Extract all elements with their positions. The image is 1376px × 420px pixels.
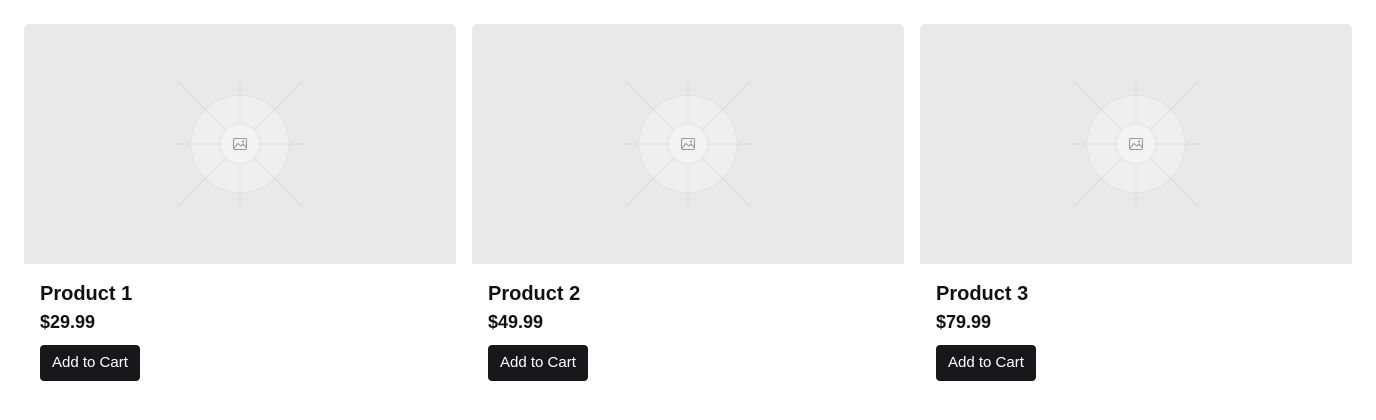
product-image <box>920 24 1352 264</box>
add-to-cart-button[interactable]: Add to Cart <box>936 345 1036 381</box>
product-price: $49.99 <box>488 312 544 332</box>
product-card: Product 3 $79.99 Add to Cart <box>920 24 1352 381</box>
product-title: Product 3 <box>936 283 1029 305</box>
product-title: Product 1 <box>40 283 133 305</box>
product-image <box>24 24 456 264</box>
product-grid: Product 1 $29.99 Add to Cart Product 2 $… <box>24 24 1352 381</box>
image-placeholder-icon <box>1071 79 1201 209</box>
product-card: Product 1 $29.99 Add to Cart <box>24 24 456 381</box>
add-to-cart-button[interactable]: Add to Cart <box>40 345 140 381</box>
product-price: $79.99 <box>936 312 992 332</box>
product-price: $29.99 <box>40 312 96 332</box>
product-image <box>472 24 904 264</box>
product-title: Product 2 <box>488 283 581 305</box>
add-to-cart-button[interactable]: Add to Cart <box>488 345 588 381</box>
product-card: Product 2 $49.99 Add to Cart <box>472 24 904 381</box>
image-placeholder-icon <box>175 79 305 209</box>
image-placeholder-icon <box>623 79 753 209</box>
